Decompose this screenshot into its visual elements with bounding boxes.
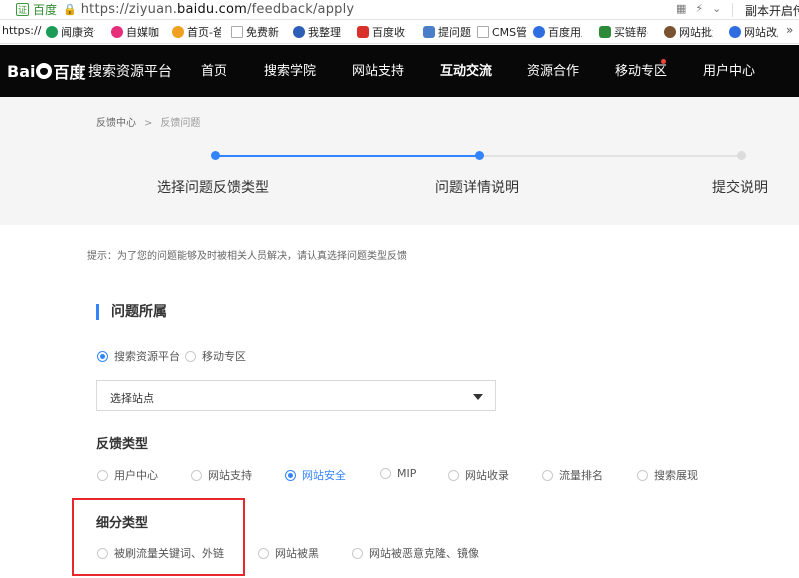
- nav-item-mobile[interactable]: 移动专区: [615, 64, 667, 80]
- radio-search-platform[interactable]: 搜索资源平台: [97, 348, 180, 364]
- radio-indicator: [448, 469, 459, 481]
- paw-icon: [36, 63, 53, 79]
- bookmark-icon: [599, 26, 611, 38]
- bookmark-item[interactable]: 首页-爸: [172, 24, 221, 40]
- divider: [732, 3, 733, 17]
- belong-radio-group: 搜索资源平台 移动专区: [97, 348, 397, 364]
- bookmark-item[interactable]: 闻康资讯: [46, 24, 95, 40]
- subtype-radio-group: 被刷流量关键词、外链 网站被黑 网站被恶意克隆、镜像: [97, 545, 517, 561]
- nav-item-resources[interactable]: 资源合作: [527, 64, 579, 80]
- page-icon: [477, 26, 489, 38]
- breadcrumb-current: 反馈问题: [160, 118, 201, 129]
- feedback-type-radio-group: 用户中心 网站支持 网站安全 MIP 网站收录 流量排名 搜索展现: [97, 467, 737, 483]
- browser-address-bar: 证 百度 🔒 https://ziyuan.baidu.com/feedback…: [0, 0, 799, 20]
- site-select-value: 选择站点: [110, 392, 154, 405]
- feedback-type-label: 反馈类型: [96, 437, 149, 452]
- chevron-down-icon[interactable]: ⌄: [712, 2, 721, 15]
- bookmark-item[interactable]: 提问题: [423, 24, 471, 40]
- radio-indicator: [97, 547, 108, 559]
- bookmark-icon: [111, 26, 123, 38]
- highlight-box: [72, 498, 245, 576]
- subtype-label: 细分类型: [96, 516, 149, 531]
- radio-mobile-zone[interactable]: 移动专区: [185, 348, 246, 364]
- bookmark-item[interactable]: 网站改版: [729, 24, 778, 40]
- bookmark-icon: [46, 26, 58, 38]
- caret-down-icon: [473, 394, 483, 400]
- bookmark-icon: [357, 26, 369, 38]
- radio-indicator: [258, 547, 269, 559]
- bookmarks-bar: https:// 闻康资讯 自媒咖 首页-爸 免费新闻 我整理了 百度收录 提问…: [0, 20, 799, 44]
- bookmark-icon: [664, 26, 676, 38]
- radio-traffic-ranking[interactable]: 流量排名: [542, 467, 603, 483]
- radio-site-security[interactable]: 网站安全: [285, 467, 346, 483]
- step-label-2: 问题详情说明: [435, 180, 519, 196]
- nav-item-academy[interactable]: 搜索学院: [264, 64, 316, 80]
- breadcrumb-separator: >: [144, 118, 153, 129]
- radio-site-support[interactable]: 网站支持: [191, 467, 252, 483]
- step-dot-2: [475, 151, 484, 160]
- lock-icon: 🔒: [63, 3, 77, 16]
- bookmark-item[interactable]: 网站批量: [664, 24, 713, 40]
- radio-indicator: [352, 547, 363, 559]
- lightning-icon[interactable]: ⚡: [695, 2, 703, 15]
- nav-item-home[interactable]: 首页: [201, 64, 227, 80]
- radio-indicator: [380, 468, 391, 479]
- site-identity-label[interactable]: 百度: [33, 1, 57, 18]
- baidu-logo[interactable]: Bai 百度: [7, 61, 86, 83]
- radio-site-indexing[interactable]: 网站收录: [448, 467, 509, 483]
- bookmark-item[interactable]: 百度收录: [357, 24, 406, 40]
- progress-line-todo: [483, 155, 741, 157]
- nav-item-interaction[interactable]: 互动交流: [440, 64, 492, 80]
- new-tab-label[interactable]: 副本开启传: [745, 2, 799, 19]
- radio-user-center[interactable]: 用户中心: [97, 467, 158, 483]
- radio-site-cloned[interactable]: 网站被恶意克隆、镜像: [352, 545, 479, 561]
- paw-icon: [729, 26, 741, 38]
- paw-icon: [533, 26, 545, 38]
- bookmark-item[interactable]: 我整理了: [293, 24, 342, 40]
- step-label-3: 提交说明: [712, 180, 768, 196]
- radio-indicator: [97, 350, 108, 362]
- bookmark-item[interactable]: 免费新闻: [231, 24, 280, 40]
- step-dot-3: [737, 151, 746, 160]
- nav-item-site-support[interactable]: 网站支持: [352, 64, 404, 80]
- step-label-1: 选择问题反馈类型: [157, 180, 269, 196]
- site-select[interactable]: 选择站点: [96, 380, 496, 411]
- radio-indicator: [191, 469, 202, 481]
- bookmark-item[interactable]: https://: [2, 24, 41, 37]
- bookmark-item[interactable]: 自媒咖: [111, 24, 159, 40]
- breadcrumb-root[interactable]: 反馈中心: [96, 118, 136, 129]
- radio-indicator: [97, 469, 108, 481]
- radio-indicator: [637, 469, 648, 481]
- page-icon: [231, 26, 243, 38]
- bookmark-item[interactable]: 百度用户: [533, 24, 582, 40]
- certificate-icon[interactable]: 证: [16, 3, 29, 16]
- bookmark-item[interactable]: 买链帮手: [599, 24, 648, 40]
- grid-icon[interactable]: ▦: [676, 2, 686, 15]
- section-title: 问题所属: [96, 304, 167, 320]
- chevron-right-icon[interactable]: »: [786, 23, 793, 37]
- radio-mip[interactable]: MIP: [380, 467, 416, 480]
- radio-indicator: [285, 469, 296, 481]
- notification-dot: [661, 59, 666, 64]
- platform-title[interactable]: 搜索资源平台: [79, 64, 172, 80]
- radio-site-hacked[interactable]: 网站被黑: [258, 545, 319, 561]
- progress-band: 反馈中心 > 反馈问题 选择问题反馈类型 问题详情说明 提交说明: [0, 97, 799, 225]
- nav-item-user-center[interactable]: 用户中心: [703, 64, 755, 80]
- breadcrumb: 反馈中心 > 反馈问题: [96, 114, 200, 129]
- gear-icon: [172, 26, 184, 38]
- bookmark-item[interactable]: CMS管: [477, 24, 526, 40]
- radio-indicator: [542, 469, 553, 481]
- address-actions: ▦ ⚡ ⌄: [676, 2, 721, 15]
- radio-indicator: [185, 350, 196, 362]
- radio-search-display[interactable]: 搜索展现: [637, 467, 698, 483]
- progress-line-done: [216, 155, 479, 157]
- bookmark-icon: [423, 26, 435, 38]
- radio-traffic-keywords-links[interactable]: 被刷流量关键词、外链: [97, 545, 224, 561]
- step-dot-1: [211, 151, 220, 160]
- hint-text: 提示：为了您的问题能够及时被相关人员解决，请认真选择问题类型反馈: [87, 251, 407, 262]
- url-field[interactable]: https://ziyuan.baidu.com/feedback/apply: [81, 2, 355, 17]
- bookmark-icon: [293, 26, 305, 38]
- top-navigation: Bai 百度 搜索资源平台 首页 搜索学院 网站支持 互动交流 资源合作 移动专区…: [0, 45, 799, 97]
